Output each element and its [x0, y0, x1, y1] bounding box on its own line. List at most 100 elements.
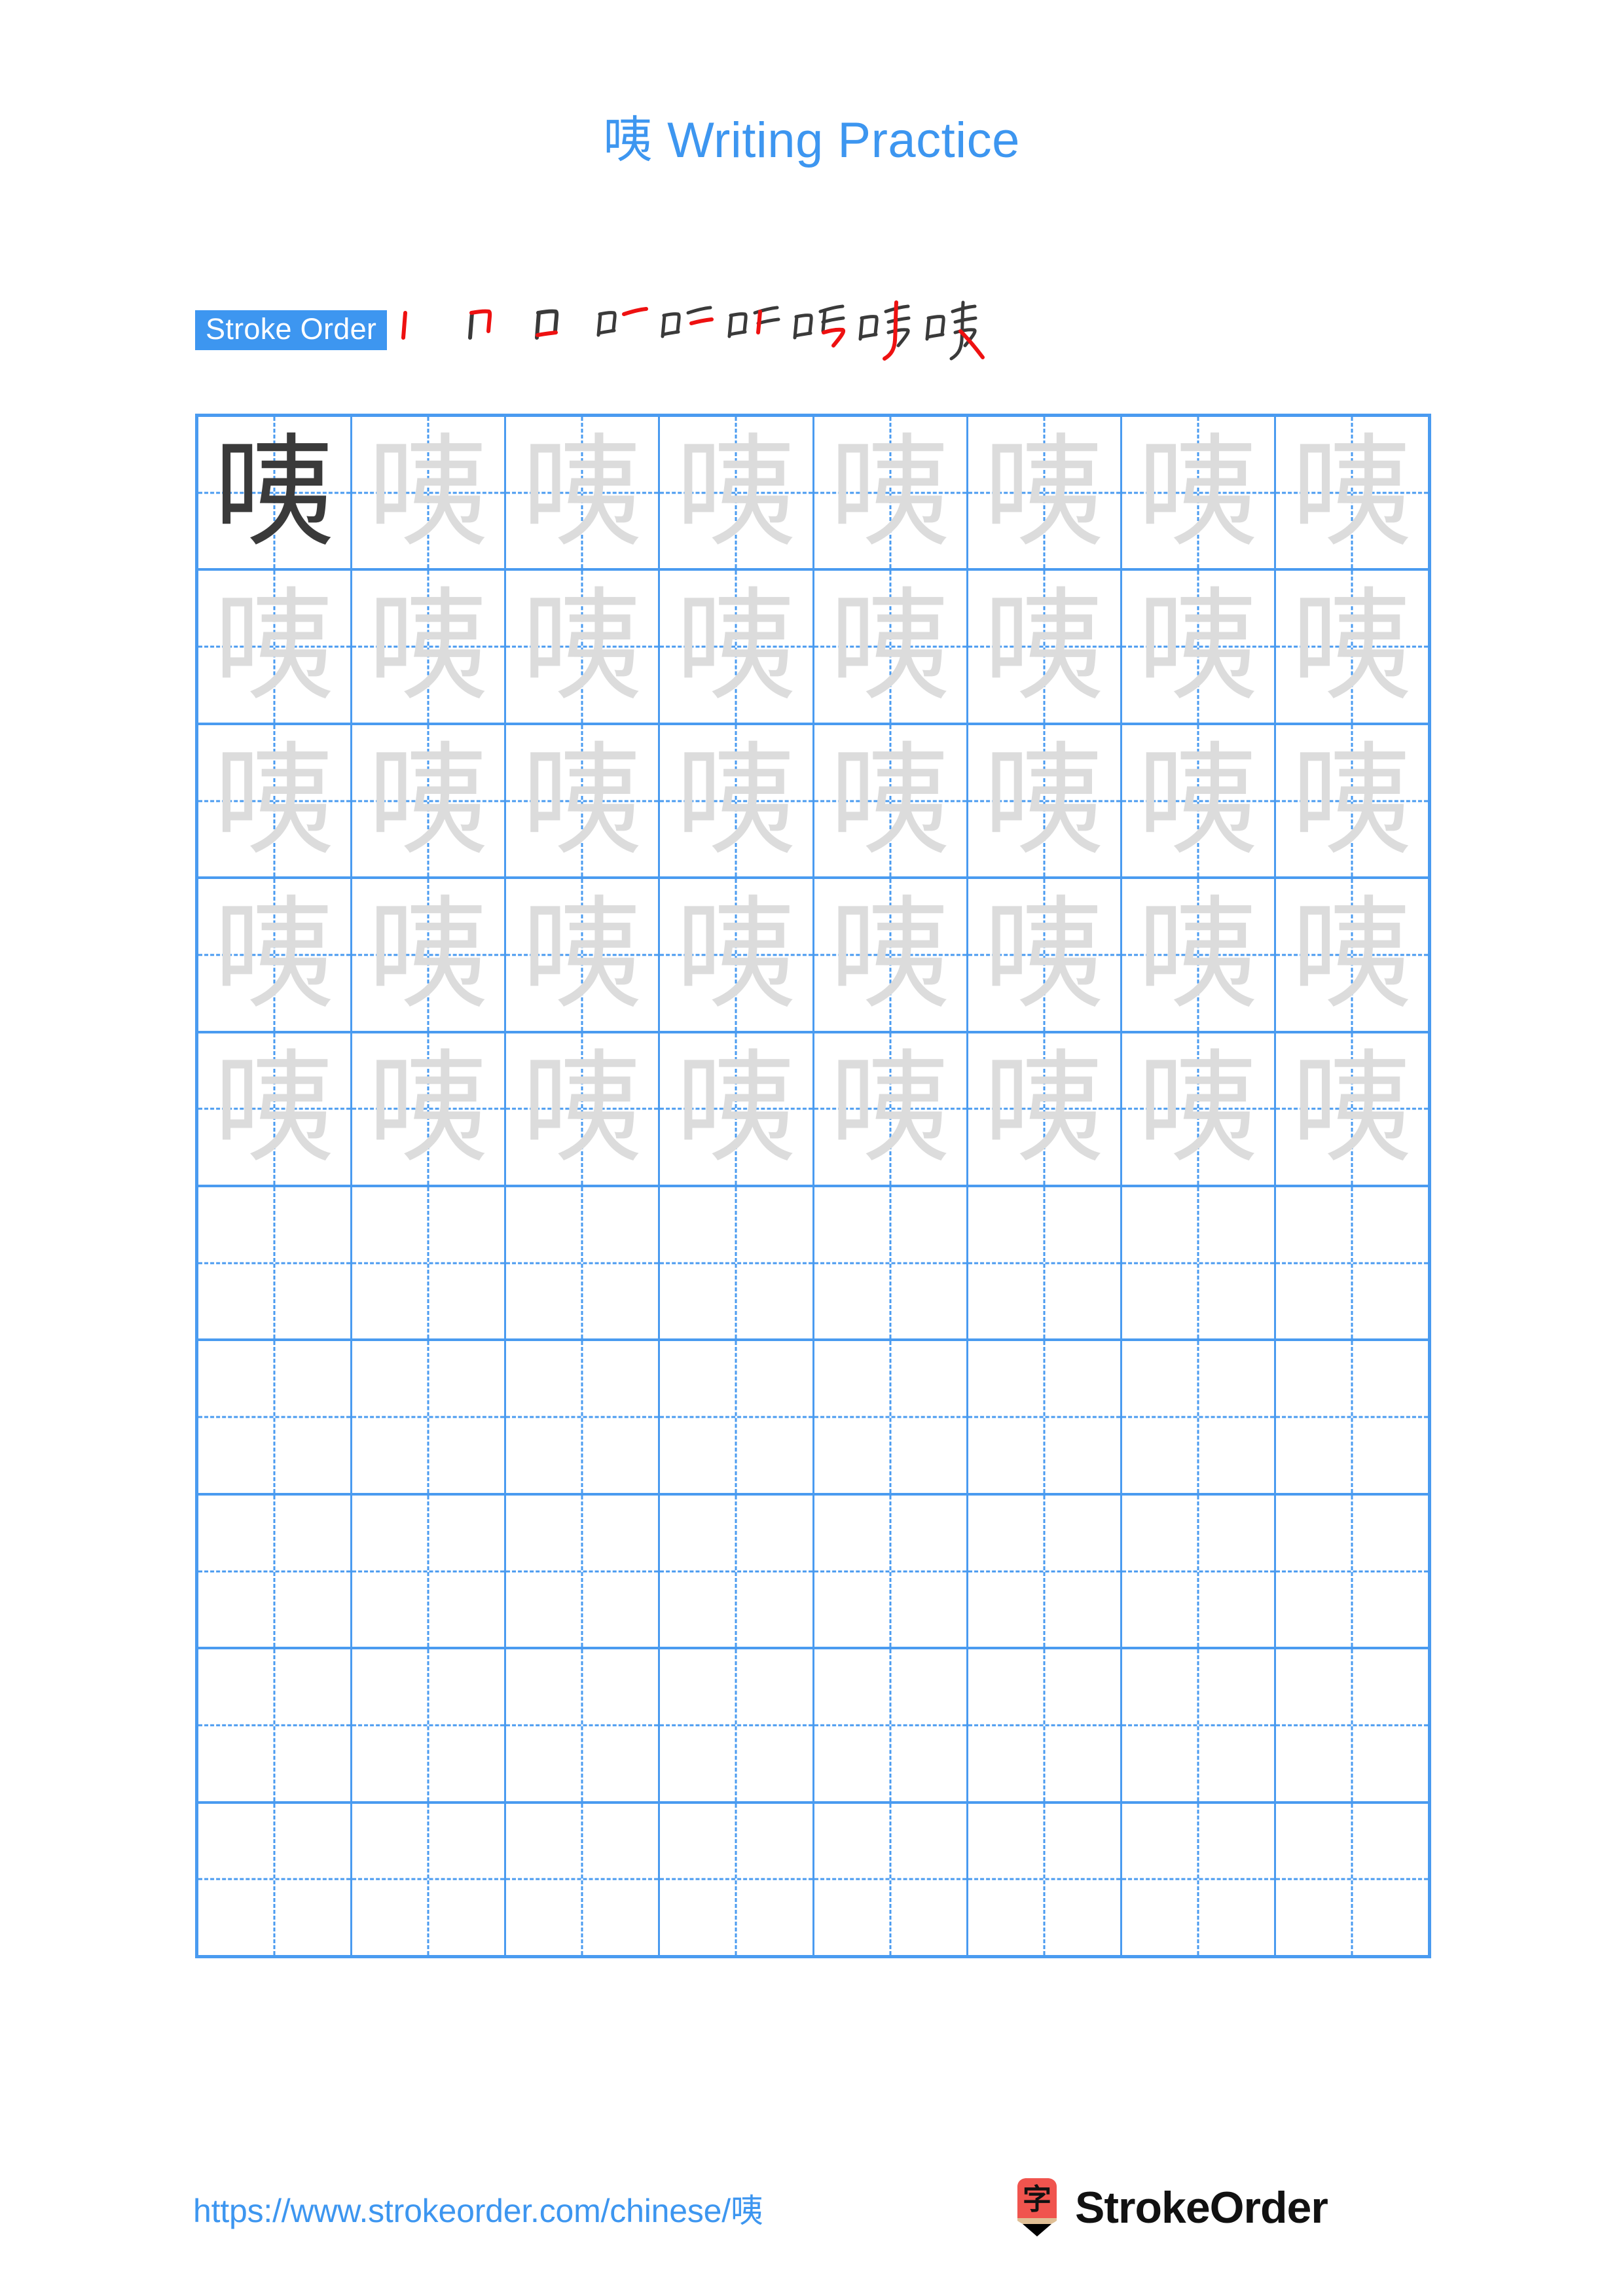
- grid-row: 咦 咦 咦 咦 咦 咦 咦 咦: [198, 879, 1428, 1033]
- grid-cell[interactable]: 咦: [1122, 571, 1276, 723]
- stroke-step-9: [922, 297, 988, 363]
- grid-cell[interactable]: 咦: [506, 571, 661, 723]
- grid-cell[interactable]: 咦: [660, 417, 814, 569]
- grid-cell[interactable]: [352, 1803, 507, 1956]
- grid-cell[interactable]: [1276, 1649, 1428, 1801]
- worksheet-page: 咦 Writing Practice Stroke Order 咦 咦 咦 咦 …: [0, 0, 1623, 2296]
- grid-cell[interactable]: 咦: [198, 571, 353, 723]
- grid-cell[interactable]: 咦: [352, 879, 507, 1031]
- grid-cell[interactable]: [660, 1187, 814, 1339]
- grid-cell[interactable]: 咦: [968, 1033, 1122, 1185]
- grid-cell[interactable]: 咦: [814, 571, 968, 723]
- grid-cell[interactable]: [1122, 1495, 1276, 1647]
- grid-cell[interactable]: [198, 1803, 353, 1956]
- grid-cell[interactable]: 咦: [352, 417, 507, 569]
- grid-cell[interactable]: [1276, 1341, 1428, 1492]
- grid-cell[interactable]: [968, 1341, 1122, 1493]
- grid-cell[interactable]: 咦: [352, 1033, 507, 1185]
- grid-cell[interactable]: [1122, 1649, 1276, 1801]
- grid-cell[interactable]: [506, 1495, 661, 1647]
- grid-cell[interactable]: 咦: [968, 417, 1122, 569]
- grid-cell[interactable]: 咦: [660, 725, 814, 877]
- grid-cell[interactable]: 咦: [352, 571, 507, 723]
- grid-cell[interactable]: 咦: [1276, 879, 1428, 1030]
- grid-cell[interactable]: [814, 1495, 968, 1647]
- grid-cell[interactable]: [1276, 1804, 1428, 1955]
- grid-cell[interactable]: 咦: [968, 571, 1122, 723]
- grid-cell[interactable]: [814, 1341, 968, 1493]
- grid-cell[interactable]: [352, 1495, 507, 1647]
- grid-cell[interactable]: [660, 1649, 814, 1801]
- grid-cell[interactable]: [1122, 1341, 1276, 1493]
- grid-cell[interactable]: 咦: [660, 1033, 814, 1185]
- trace-character: 咦: [213, 729, 336, 872]
- grid-cell[interactable]: 咦: [1276, 417, 1428, 568]
- grid-cell[interactable]: [506, 1341, 661, 1493]
- stroke-step-7: [789, 297, 854, 363]
- grid-cell[interactable]: [1122, 1803, 1276, 1956]
- grid-cell[interactable]: [968, 1495, 1122, 1647]
- grid-cell[interactable]: 咦: [968, 725, 1122, 877]
- grid-cell[interactable]: [968, 1803, 1122, 1956]
- grid-cell[interactable]: 咦: [660, 879, 814, 1031]
- trace-character: 咦: [1137, 883, 1259, 1026]
- stroke-step-8: [856, 297, 921, 363]
- grid-cell[interactable]: 咦: [660, 571, 814, 723]
- grid-cell[interactable]: [198, 1341, 353, 1493]
- trace-character: 咦: [213, 883, 336, 1026]
- grid-cell[interactable]: 咦: [1122, 1033, 1276, 1185]
- grid-cell[interactable]: 咦: [814, 1033, 968, 1185]
- grid-cell[interactable]: [352, 1649, 507, 1801]
- stroke-order-steps: [387, 297, 988, 363]
- trace-character: 咦: [367, 729, 490, 872]
- grid-row: 咦 咦 咦 咦 咦 咦 咦 咦: [198, 417, 1428, 571]
- grid-cell[interactable]: 咦: [1276, 571, 1428, 722]
- grid-cell[interactable]: [814, 1187, 968, 1339]
- grid-cell[interactable]: [352, 1187, 507, 1339]
- grid-cell[interactable]: [660, 1495, 814, 1647]
- grid-cell[interactable]: 咦: [352, 725, 507, 877]
- trace-character: 咦: [675, 729, 797, 872]
- grid-cell[interactable]: [198, 1649, 353, 1801]
- grid-cell[interactable]: 咦: [198, 1033, 353, 1185]
- grid-cell[interactable]: 咦: [1276, 725, 1428, 876]
- grid-cell[interactable]: 咦: [1276, 1033, 1428, 1185]
- stroke-step-1: [388, 297, 454, 363]
- grid-cell[interactable]: 咦: [506, 879, 661, 1031]
- grid-cell[interactable]: [814, 1803, 968, 1956]
- grid-cell[interactable]: [660, 1341, 814, 1493]
- trace-character: 咦: [983, 575, 1105, 718]
- grid-cell[interactable]: 咦: [506, 725, 661, 877]
- grid-cell[interactable]: 咦: [814, 417, 968, 569]
- grid-cell[interactable]: 咦: [1122, 417, 1276, 569]
- trace-character: 咦: [983, 883, 1105, 1026]
- grid-cell[interactable]: [198, 1495, 353, 1647]
- grid-cell[interactable]: [506, 1803, 661, 1956]
- grid-cell[interactable]: 咦: [198, 417, 353, 569]
- grid-cell[interactable]: [506, 1649, 661, 1801]
- grid-cell[interactable]: 咦: [506, 1033, 661, 1185]
- grid-cell[interactable]: 咦: [814, 725, 968, 877]
- grid-cell[interactable]: 咦: [1122, 879, 1276, 1031]
- grid-cell[interactable]: [968, 1649, 1122, 1801]
- grid-cell[interactable]: [198, 1187, 353, 1339]
- grid-cell[interactable]: [660, 1803, 814, 1956]
- brand-logo[interactable]: 字 StrokeOrder: [1013, 2172, 1328, 2244]
- grid-cell[interactable]: [1276, 1187, 1428, 1338]
- trace-character: 咦: [367, 575, 490, 718]
- grid-cell[interactable]: [814, 1649, 968, 1801]
- grid-cell[interactable]: [1122, 1187, 1276, 1339]
- grid-cell[interactable]: [352, 1341, 507, 1493]
- footer-url-link[interactable]: https://www.strokeorder.com/chinese/咦: [193, 2185, 763, 2232]
- grid-cell[interactable]: [1276, 1496, 1428, 1647]
- grid-cell[interactable]: [968, 1187, 1122, 1339]
- grid-cell[interactable]: 咦: [814, 879, 968, 1031]
- footer-url-prefix: https://www.strokeorder.com/chinese/: [193, 2193, 731, 2229]
- grid-row: [198, 1341, 1428, 1496]
- grid-cell[interactable]: 咦: [968, 879, 1122, 1031]
- grid-cell[interactable]: 咦: [506, 417, 661, 569]
- grid-cell[interactable]: [506, 1187, 661, 1339]
- grid-cell[interactable]: 咦: [198, 879, 353, 1031]
- grid-cell[interactable]: 咦: [198, 725, 353, 877]
- grid-cell[interactable]: 咦: [1122, 725, 1276, 877]
